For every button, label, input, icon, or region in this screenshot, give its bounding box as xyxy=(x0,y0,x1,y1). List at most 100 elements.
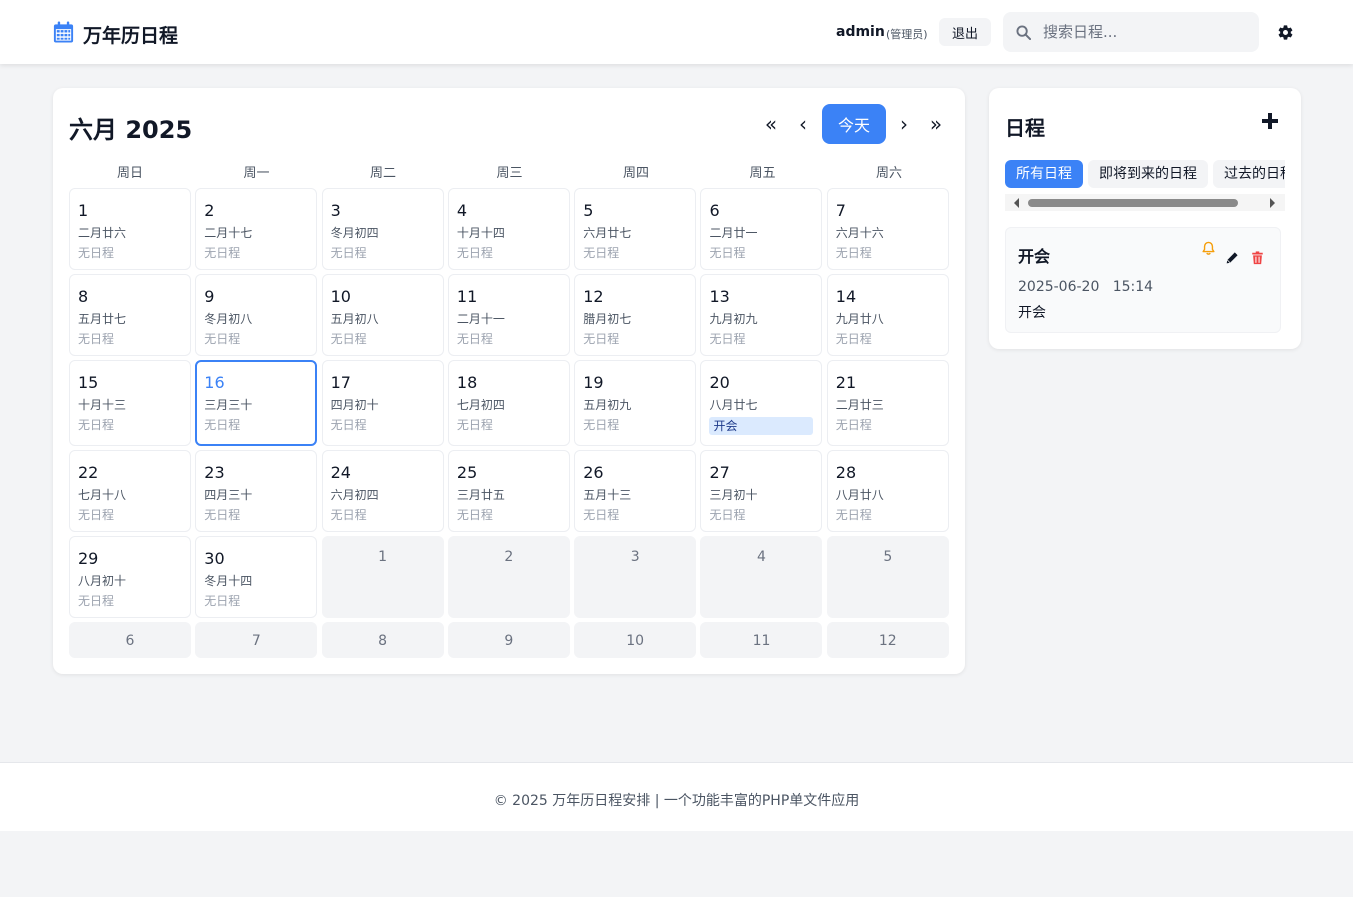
no-event-label: 无日程 xyxy=(78,332,115,346)
next-month-day-cell[interactable]: 2 xyxy=(447,536,570,618)
next-month-day-cell[interactable]: 6 xyxy=(69,622,191,658)
page-footer: © 2025 万年历日程安排 | 一个功能丰富的PHP单文件应用 xyxy=(0,762,1353,831)
event-title: 开会 xyxy=(1018,247,1051,266)
day-cell[interactable]: 22 七月十八 无日程 xyxy=(69,450,191,532)
day-number: 30 xyxy=(204,549,225,568)
scrollbar-thumb[interactable] xyxy=(1028,199,1238,207)
next-month-day-cell[interactable]: 11 xyxy=(700,622,823,658)
bell-icon[interactable] xyxy=(1201,241,1216,256)
tab-upcoming[interactable]: 即将到来的日程 xyxy=(1088,160,1208,188)
day-cell[interactable]: 11 二月十一 无日程 xyxy=(447,274,570,356)
event-datetime: 2025-06-20 15:14 xyxy=(1018,279,1153,295)
day-number: 24 xyxy=(330,463,351,482)
day-cell[interactable]: 15 十月十三 无日程 xyxy=(69,360,191,446)
day-cell[interactable]: 28 八月廿八 无日程 xyxy=(826,450,949,532)
next-month-day-cell[interactable]: 8 xyxy=(321,622,444,658)
day-number: 8 xyxy=(78,287,89,306)
day-cell[interactable]: 26 五月十三 无日程 xyxy=(574,450,697,532)
day-cell[interactable]: 20 八月廿七 开会 xyxy=(700,360,823,446)
gear-icon[interactable] xyxy=(1277,24,1294,41)
day-cell[interactable]: 4 十月十四 无日程 xyxy=(447,188,570,270)
schedule-panel: 日程 所有日程即将到来的日程过去的日程 开会 2025-06-20 15:14 … xyxy=(989,88,1301,349)
day-cell[interactable]: 25 三月廿五 无日程 xyxy=(447,450,570,532)
scroll-left-arrow[interactable] xyxy=(1014,198,1019,208)
no-event-label: 无日程 xyxy=(709,508,746,522)
day-number: 8 xyxy=(378,633,388,649)
day-number: 6 xyxy=(125,633,135,649)
day-cell[interactable]: 19 五月初九 无日程 xyxy=(574,360,697,446)
day-cell[interactable]: 6 二月廿一 无日程 xyxy=(700,188,823,270)
day-cell[interactable]: 13 九月初九 无日程 xyxy=(700,274,823,356)
day-number: 25 xyxy=(456,463,478,482)
prev-month-button[interactable]: ‹ xyxy=(793,112,813,136)
day-cell[interactable]: 29 八月初十 无日程 xyxy=(69,536,191,618)
no-event-label: 无日程 xyxy=(456,246,493,260)
day-number: 27 xyxy=(709,463,730,482)
next-month-day-cell[interactable]: 9 xyxy=(447,622,570,658)
no-event-label: 无日程 xyxy=(835,418,872,432)
day-cell[interactable]: 17 四月初十 无日程 xyxy=(321,360,444,446)
tabs-scrollbar[interactable] xyxy=(1005,194,1285,211)
next-month-day-cell[interactable]: 5 xyxy=(826,536,949,618)
lunar-date: 五月初八 xyxy=(330,312,379,326)
no-event-label: 无日程 xyxy=(583,508,620,522)
next-year-button[interactable]: » xyxy=(926,112,946,136)
event-time: 15:14 xyxy=(1112,279,1154,295)
day-number: 1 xyxy=(78,201,89,220)
no-event-label: 无日程 xyxy=(835,508,872,522)
lunar-date: 二月十一 xyxy=(456,312,505,326)
search-input[interactable] xyxy=(1043,12,1253,52)
day-number: 2 xyxy=(204,201,215,220)
day-cell[interactable]: 5 六月廿七 无日程 xyxy=(574,188,697,270)
weekday-label: 周二 xyxy=(369,166,396,181)
no-event-label: 无日程 xyxy=(330,418,367,432)
lunar-date: 冬月初四 xyxy=(330,226,379,240)
day-cell[interactable]: 30 冬月十四 无日程 xyxy=(195,536,318,618)
no-event-label: 无日程 xyxy=(709,246,746,260)
scroll-right-arrow[interactable] xyxy=(1270,198,1275,208)
next-month-day-cell[interactable]: 1 xyxy=(321,536,444,618)
top-header: 万年历日程 admin (管理员) 退出 xyxy=(0,0,1353,64)
day-cell[interactable]: 3 冬月初四 无日程 xyxy=(321,188,444,270)
day-cell[interactable]: 24 六月初四 无日程 xyxy=(321,450,444,532)
day-number: 23 xyxy=(204,463,225,482)
day-cell[interactable]: 7 六月十六 无日程 xyxy=(826,188,949,270)
prev-year-button[interactable]: « xyxy=(761,112,781,136)
day-cell[interactable]: 2 二月十七 无日程 xyxy=(195,188,318,270)
footer-text: © 2025 万年历日程安排 | 一个功能丰富的PHP单文件应用 xyxy=(493,793,860,809)
add-event-button[interactable] xyxy=(1261,112,1279,130)
day-cell[interactable]: 18 七月初四 无日程 xyxy=(447,360,570,446)
next-month-day-cell[interactable]: 12 xyxy=(826,622,949,658)
schedule-tabs: 所有日程即将到来的日程过去的日程 xyxy=(1005,160,1285,188)
lunar-date: 冬月十四 xyxy=(204,574,253,588)
day-cell[interactable]: 12 腊月初七 无日程 xyxy=(574,274,697,356)
tab-all[interactable]: 所有日程 xyxy=(1005,160,1083,188)
next-month-day-cell[interactable]: 4 xyxy=(700,536,823,618)
day-cell[interactable]: 8 五月廿七 无日程 xyxy=(69,274,191,356)
next-month-day-cell[interactable]: 3 xyxy=(574,536,697,618)
event-chip[interactable]: 开会 xyxy=(709,417,814,435)
selected-day-cell[interactable]: 16 三月三十 无日程 xyxy=(195,360,318,446)
day-cell[interactable]: 1 二月廿六 无日程 xyxy=(69,188,191,270)
edit-icon[interactable] xyxy=(1225,250,1239,264)
delete-icon[interactable] xyxy=(1251,250,1264,265)
day-cell[interactable]: 21 二月廿三 无日程 xyxy=(826,360,949,446)
app-logo[interactable]: 万年历日程 xyxy=(52,20,178,48)
next-month-day-cell[interactable]: 10 xyxy=(574,622,697,658)
day-number: 4 xyxy=(757,549,766,565)
day-number: 19 xyxy=(583,373,604,392)
logout-button[interactable]: 退出 xyxy=(939,18,991,46)
tab-past[interactable]: 过去的日程 xyxy=(1213,160,1285,188)
event-card[interactable]: 开会 2025-06-20 15:14 开会 xyxy=(1005,227,1281,333)
next-month-button[interactable]: › xyxy=(894,112,914,136)
day-number: 12 xyxy=(583,287,604,306)
lunar-date: 六月初四 xyxy=(330,488,379,502)
next-month-day-cell[interactable]: 7 xyxy=(195,622,318,658)
day-cell[interactable]: 14 九月廿八 无日程 xyxy=(826,274,949,356)
today-button[interactable]: 今天 xyxy=(822,104,886,144)
day-cell[interactable]: 23 四月三十 无日程 xyxy=(195,450,318,532)
day-cell[interactable]: 27 三月初十 无日程 xyxy=(700,450,823,532)
day-cell[interactable]: 10 五月初八 无日程 xyxy=(321,274,444,356)
day-number: 21 xyxy=(835,373,857,392)
day-cell[interactable]: 9 冬月初八 无日程 xyxy=(195,274,318,356)
